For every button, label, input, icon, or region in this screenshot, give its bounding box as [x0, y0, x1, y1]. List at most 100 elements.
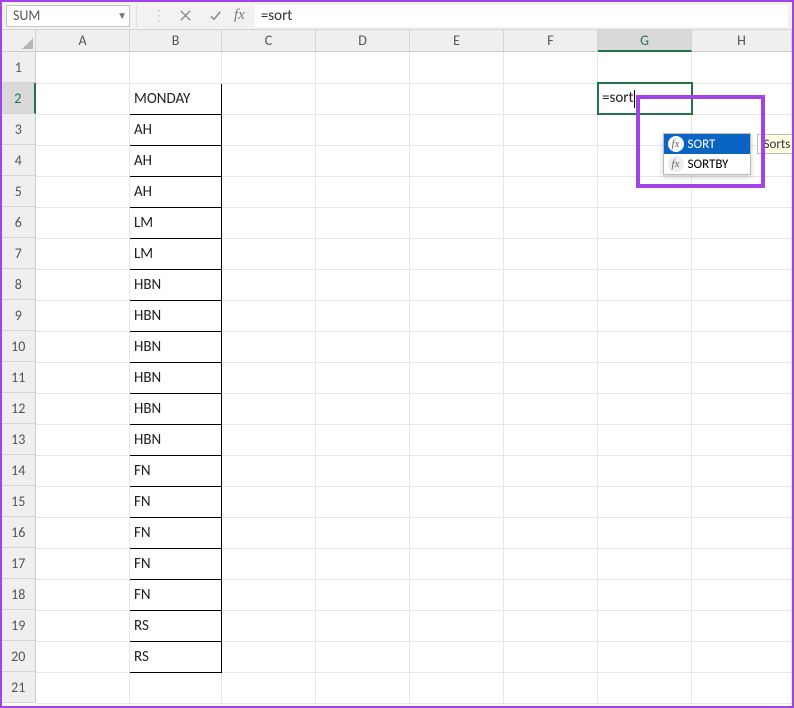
row-header-4[interactable]: 4: [2, 145, 36, 176]
cell-E19[interactable]: [410, 610, 504, 641]
cell-F6[interactable]: [504, 207, 598, 238]
cell-C8[interactable]: [222, 269, 316, 300]
cell-H8[interactable]: [692, 269, 792, 300]
cell-F16[interactable]: [504, 517, 598, 548]
cell-F13[interactable]: [504, 424, 598, 455]
cell-C4[interactable]: [222, 145, 316, 176]
cell-G19[interactable]: [598, 610, 692, 641]
cell-D14[interactable]: [316, 455, 410, 486]
cell-C7[interactable]: [222, 238, 316, 269]
cell-B19[interactable]: RS: [130, 610, 222, 641]
cell-F10[interactable]: [504, 331, 598, 362]
cell-C16[interactable]: [222, 517, 316, 548]
cell-E10[interactable]: [410, 331, 504, 362]
cell-H13[interactable]: [692, 424, 792, 455]
cell-H10[interactable]: [692, 331, 792, 362]
cell-C19[interactable]: [222, 610, 316, 641]
cell-G14[interactable]: [598, 455, 692, 486]
cell-G9[interactable]: [598, 300, 692, 331]
drag-handle-icon[interactable]: ⋮: [146, 7, 170, 24]
cell-C15[interactable]: [222, 486, 316, 517]
cell-E21[interactable]: [410, 672, 504, 703]
row-header-12[interactable]: 12: [2, 393, 36, 424]
cell-H7[interactable]: [692, 238, 792, 269]
cell-E15[interactable]: [410, 486, 504, 517]
cell-D3[interactable]: [316, 114, 410, 145]
cell-H11[interactable]: [692, 362, 792, 393]
cell-G6[interactable]: [598, 207, 692, 238]
cell-B12[interactable]: HBN: [130, 393, 222, 424]
cell-C13[interactable]: [222, 424, 316, 455]
cell-D10[interactable]: [316, 331, 410, 362]
cell-H18[interactable]: [692, 579, 792, 610]
cell-G2[interactable]: =sort: [598, 83, 692, 114]
cell-B4[interactable]: AH: [130, 145, 222, 176]
formula-input[interactable]: =sort: [255, 5, 788, 27]
cell-D18[interactable]: [316, 579, 410, 610]
cell-D20[interactable]: [316, 641, 410, 672]
cell-G17[interactable]: [598, 548, 692, 579]
cell-B9[interactable]: HBN: [130, 300, 222, 331]
col-header-c[interactable]: C: [222, 30, 316, 52]
cell-E17[interactable]: [410, 548, 504, 579]
row-header-8[interactable]: 8: [2, 269, 36, 300]
cell-F15[interactable]: [504, 486, 598, 517]
cell-F19[interactable]: [504, 610, 598, 641]
row-header-16[interactable]: 16: [2, 517, 36, 548]
cell-F5[interactable]: [504, 176, 598, 207]
cell-C21[interactable]: [222, 672, 316, 703]
cell-D11[interactable]: [316, 362, 410, 393]
cell-D4[interactable]: [316, 145, 410, 176]
cell-G1[interactable]: [598, 52, 692, 83]
cell-E11[interactable]: [410, 362, 504, 393]
row-header-14[interactable]: 14: [2, 455, 36, 486]
cell-H14[interactable]: [692, 455, 792, 486]
cell-A21[interactable]: [36, 672, 130, 703]
cell-E20[interactable]: [410, 641, 504, 672]
confirm-formula-button[interactable]: [200, 5, 230, 27]
cell-B3[interactable]: AH: [130, 114, 222, 145]
cell-F14[interactable]: [504, 455, 598, 486]
cell-H20[interactable]: [692, 641, 792, 672]
cell-H16[interactable]: [692, 517, 792, 548]
cell-F20[interactable]: [504, 641, 598, 672]
cell-D1[interactable]: [316, 52, 410, 83]
cell-C17[interactable]: [222, 548, 316, 579]
name-box[interactable]: SUM ▼: [6, 5, 130, 27]
fx-icon[interactable]: fx: [230, 7, 255, 24]
cell-A8[interactable]: [36, 269, 130, 300]
cell-E5[interactable]: [410, 176, 504, 207]
cell-F2[interactable]: [504, 83, 598, 114]
cell-E13[interactable]: [410, 424, 504, 455]
cell-B18[interactable]: FN: [130, 579, 222, 610]
cell-A6[interactable]: [36, 207, 130, 238]
cell-G8[interactable]: [598, 269, 692, 300]
cell-E16[interactable]: [410, 517, 504, 548]
formula-autocomplete[interactable]: fx SORT fx SORTBY: [663, 133, 751, 175]
cell-D12[interactable]: [316, 393, 410, 424]
cell-B16[interactable]: FN: [130, 517, 222, 548]
row-header-18[interactable]: 18: [2, 579, 36, 610]
cell-F8[interactable]: [504, 269, 598, 300]
cell-H2[interactable]: [692, 83, 792, 114]
cell-C14[interactable]: [222, 455, 316, 486]
cell-A1[interactable]: [36, 52, 130, 83]
cell-F21[interactable]: [504, 672, 598, 703]
chevron-down-icon[interactable]: ▼: [117, 9, 127, 22]
cell-C3[interactable]: [222, 114, 316, 145]
row-header-19[interactable]: 19: [2, 610, 36, 641]
cell-B17[interactable]: FN: [130, 548, 222, 579]
cell-G21[interactable]: [598, 672, 692, 703]
row-header-9[interactable]: 9: [2, 300, 36, 331]
cell-G16[interactable]: [598, 517, 692, 548]
cell-E9[interactable]: [410, 300, 504, 331]
cell-F12[interactable]: [504, 393, 598, 424]
cell-E12[interactable]: [410, 393, 504, 424]
cell-E3[interactable]: [410, 114, 504, 145]
cell-B5[interactable]: AH: [130, 176, 222, 207]
row-header-1[interactable]: 1: [2, 52, 36, 83]
cell-A20[interactable]: [36, 641, 130, 672]
cell-E4[interactable]: [410, 145, 504, 176]
cell-D7[interactable]: [316, 238, 410, 269]
cell-D5[interactable]: [316, 176, 410, 207]
